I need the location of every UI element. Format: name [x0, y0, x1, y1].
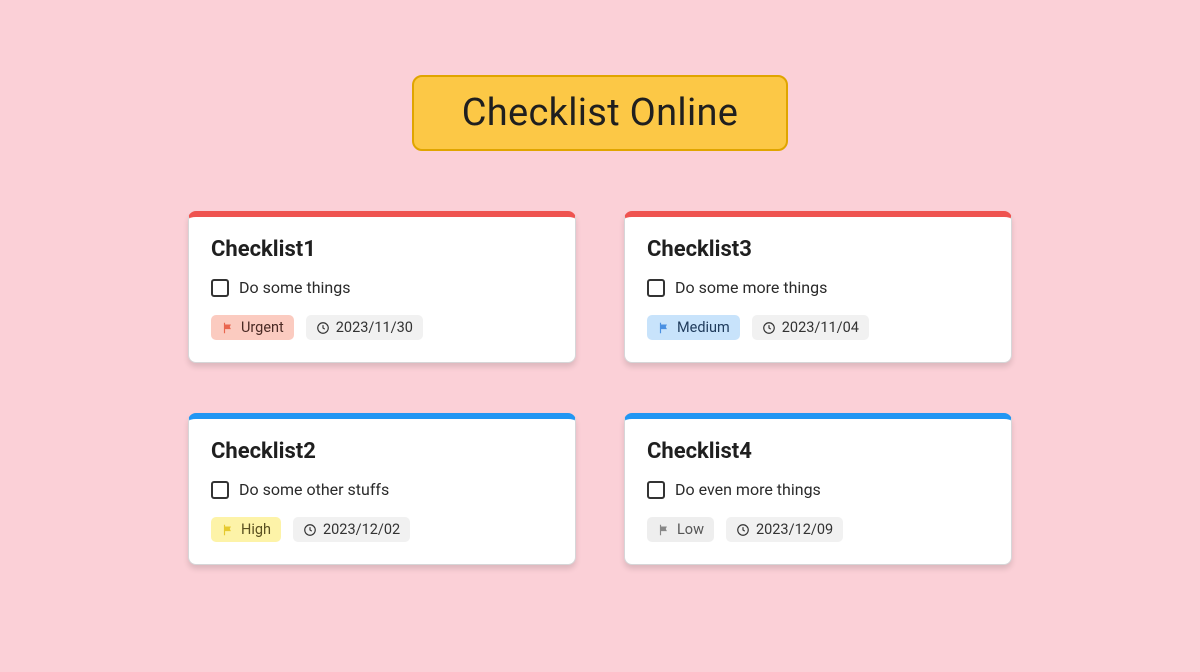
clock-icon	[316, 321, 330, 335]
checklist-grid: Checklist1 Do some things Urgent 2023/11…	[188, 211, 1012, 565]
checklist-card[interactable]: Checklist1 Do some things Urgent 2023/11…	[188, 211, 576, 363]
card-title: Checklist4	[647, 439, 989, 464]
date-badge: 2023/11/30	[306, 315, 423, 340]
priority-label: Low	[677, 521, 704, 538]
task-text: Do even more things	[675, 480, 821, 499]
priority-label: Medium	[677, 319, 730, 336]
date-label: 2023/12/09	[756, 521, 833, 538]
clock-icon	[303, 523, 317, 537]
task-checkbox[interactable]	[647, 481, 665, 499]
badge-row: Medium 2023/11/04	[647, 315, 989, 340]
task-checkbox[interactable]	[647, 279, 665, 297]
badge-row: Low 2023/12/09	[647, 517, 989, 542]
task-checkbox[interactable]	[211, 279, 229, 297]
date-label: 2023/11/04	[782, 319, 859, 336]
task-row: Do some more things	[647, 278, 989, 297]
card-title: Checklist2	[211, 439, 553, 464]
flag-icon	[657, 523, 671, 537]
task-text: Do some things	[239, 278, 350, 297]
date-badge: 2023/12/09	[726, 517, 843, 542]
flag-icon	[221, 321, 235, 335]
clock-icon	[762, 321, 776, 335]
flag-icon	[221, 523, 235, 537]
checklist-card[interactable]: Checklist3 Do some more things Medium 20…	[624, 211, 1012, 363]
date-label: 2023/12/02	[323, 521, 400, 538]
task-row: Do some other stuffs	[211, 480, 553, 499]
card-title: Checklist3	[647, 237, 989, 262]
task-row: Do some things	[211, 278, 553, 297]
priority-badge: High	[211, 517, 281, 542]
priority-label: High	[241, 521, 271, 538]
page-title: Checklist Online	[412, 75, 788, 151]
badge-row: High 2023/12/02	[211, 517, 553, 542]
task-text: Do some other stuffs	[239, 480, 389, 499]
date-badge: 2023/12/02	[293, 517, 410, 542]
flag-icon	[657, 321, 671, 335]
task-text: Do some more things	[675, 278, 827, 297]
date-badge: 2023/11/04	[752, 315, 869, 340]
priority-badge: Medium	[647, 315, 740, 340]
priority-badge: Urgent	[211, 315, 294, 340]
task-checkbox[interactable]	[211, 481, 229, 499]
priority-badge: Low	[647, 517, 714, 542]
task-row: Do even more things	[647, 480, 989, 499]
checklist-card[interactable]: Checklist2 Do some other stuffs High 202…	[188, 413, 576, 565]
checklist-card[interactable]: Checklist4 Do even more things Low 2023/…	[624, 413, 1012, 565]
badge-row: Urgent 2023/11/30	[211, 315, 553, 340]
card-title: Checklist1	[211, 237, 553, 262]
clock-icon	[736, 523, 750, 537]
priority-label: Urgent	[241, 319, 284, 336]
date-label: 2023/11/30	[336, 319, 413, 336]
